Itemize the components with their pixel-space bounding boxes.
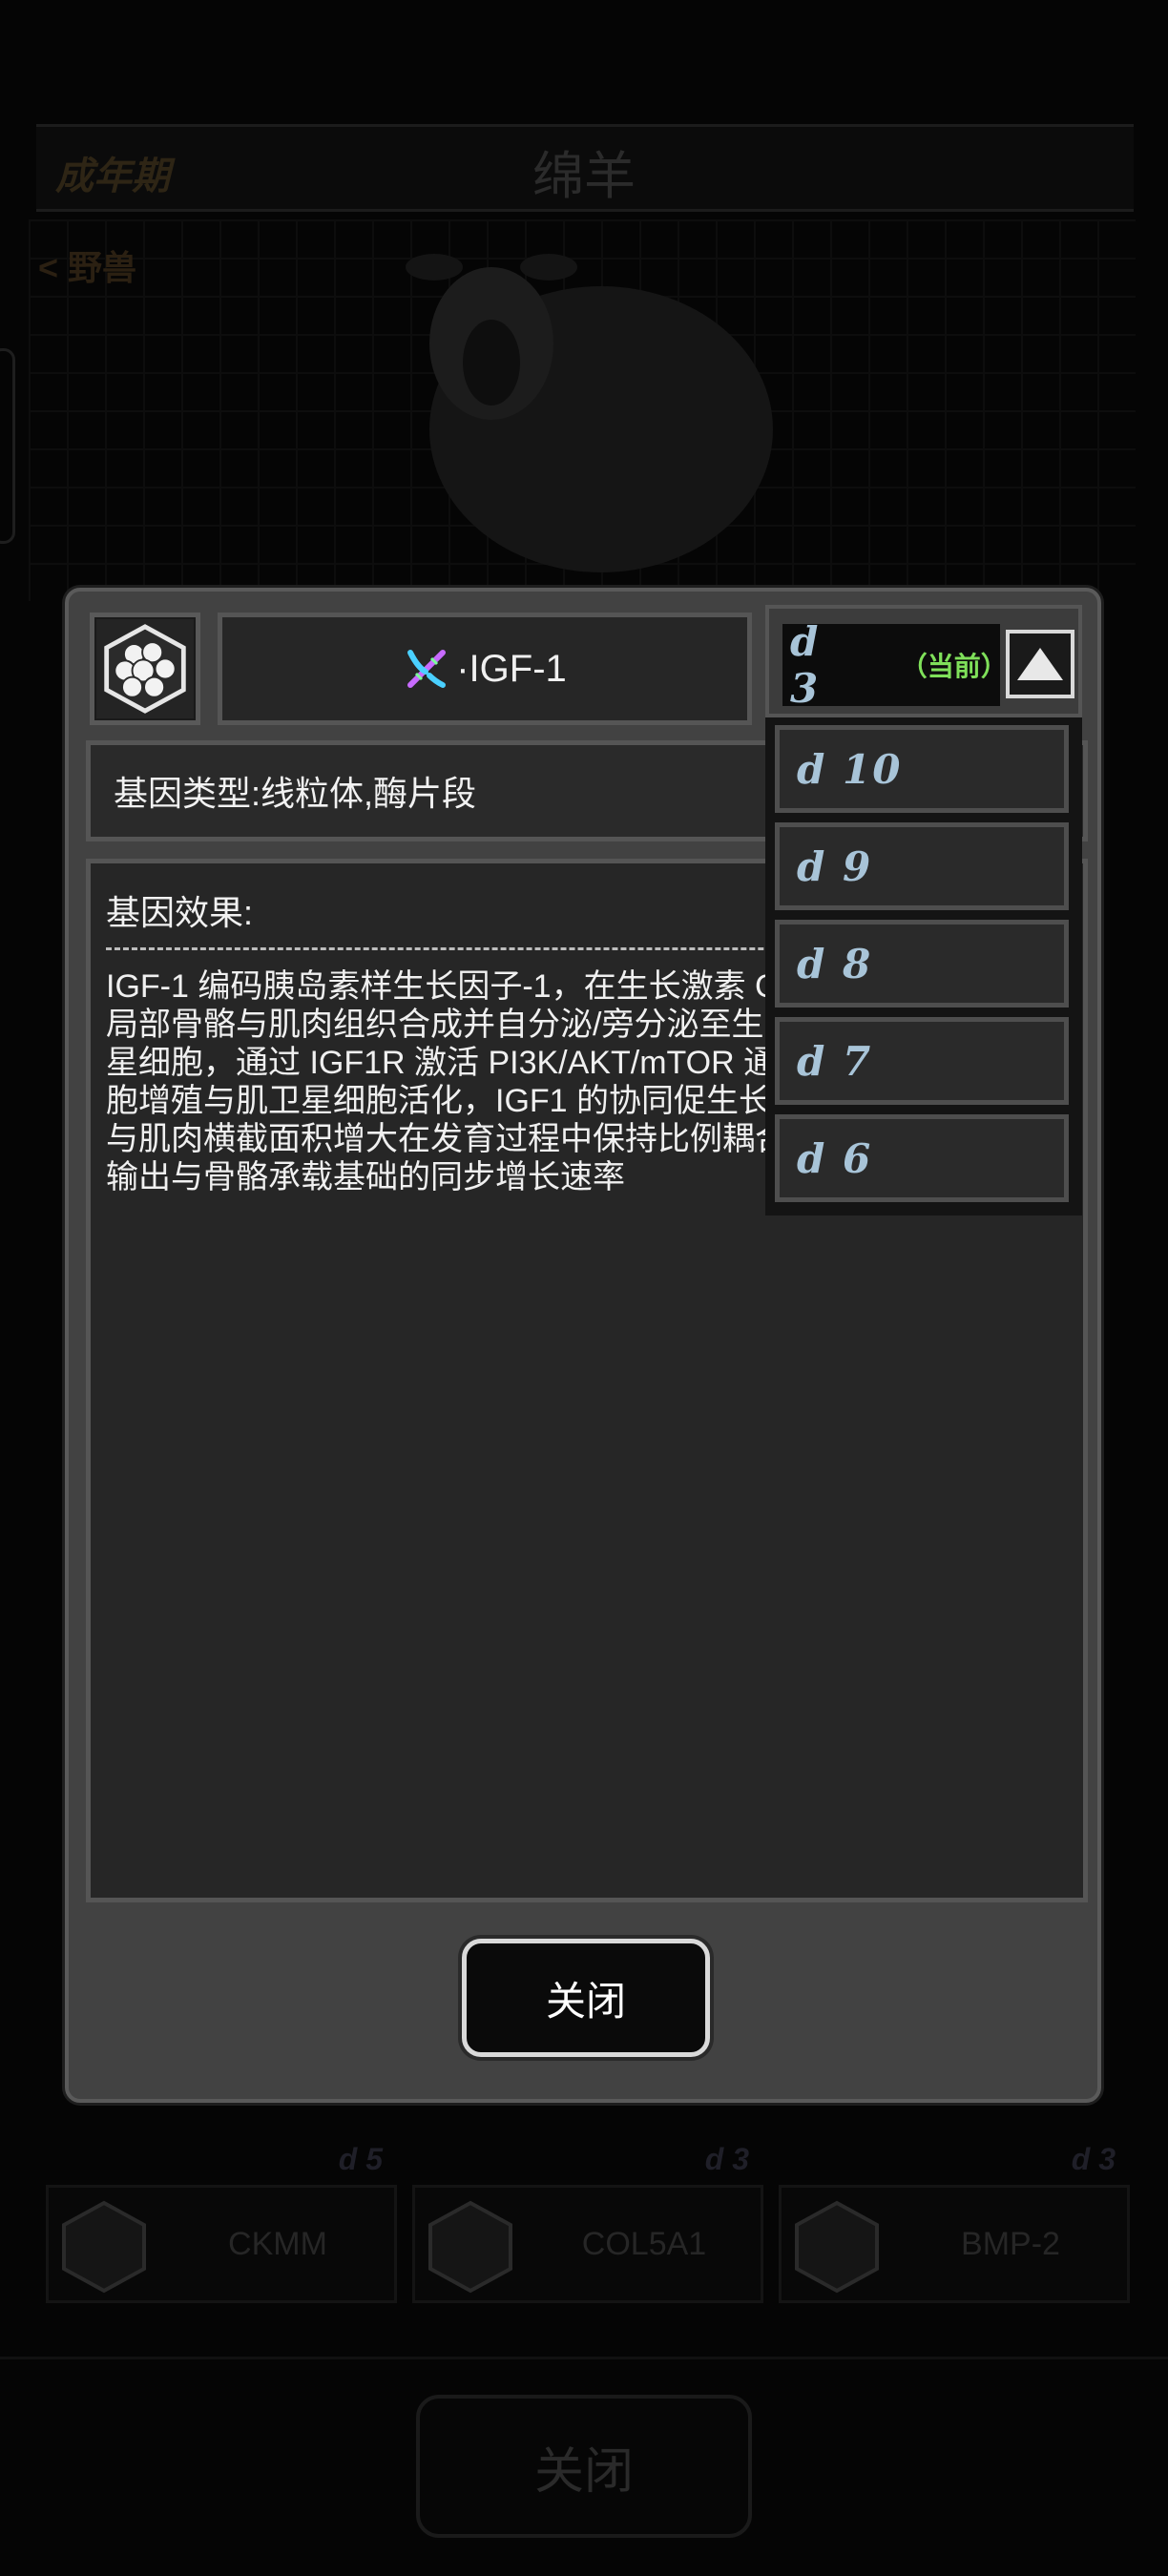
gene-card: d 3 COL5A1 xyxy=(412,2142,763,2303)
level-option[interactable]: d 7 xyxy=(775,1017,1069,1105)
level-option[interactable]: d 10 xyxy=(775,725,1069,813)
divider xyxy=(0,2357,1168,2359)
gene-icon-frame xyxy=(90,613,200,725)
current-level-tag: （当前） xyxy=(900,652,1008,681)
sheep-image xyxy=(406,254,773,572)
gene-level: d 3 xyxy=(704,2142,749,2176)
level-options-list: d 10 d 9 d 8 d 7 d 6 xyxy=(765,717,1082,1215)
gene-level: d 3 xyxy=(1071,2142,1116,2176)
gene-card: d 3 BMP-2 xyxy=(779,2142,1130,2303)
gene-type: 基因类型:线粒体,酶片段 xyxy=(114,774,477,813)
cell-cluster-icon xyxy=(104,624,186,714)
triangle-up-icon xyxy=(1017,648,1063,680)
level-option[interactable]: d 6 xyxy=(775,1114,1069,1202)
category-tag-label: 野兽 xyxy=(68,248,137,287)
level-option-label: d 6 xyxy=(797,1134,873,1182)
gene-name-box: ·IGF-1 xyxy=(218,613,752,725)
current-level-value: d 3 xyxy=(790,618,821,712)
level-option-label: d 8 xyxy=(797,940,873,987)
gene-hex-icon xyxy=(62,2200,146,2294)
gene-card: d 5 CKMM xyxy=(46,2142,397,2303)
level-option[interactable]: d 9 xyxy=(775,822,1069,910)
level-option-label: d 9 xyxy=(797,842,873,890)
gene-hex-icon xyxy=(795,2200,879,2294)
current-level[interactable]: d 3 （当前） xyxy=(782,618,1008,712)
gene-level: d 5 xyxy=(338,2142,383,2176)
dna-icon xyxy=(407,650,447,688)
level-dropdown-header: d 3 （当前） xyxy=(765,605,1082,717)
dropdown-toggle-button[interactable] xyxy=(1006,630,1074,698)
close-button[interactable]: 关闭 xyxy=(462,1939,710,2057)
level-option[interactable]: d 8 xyxy=(775,920,1069,1008)
gene-hex-icon xyxy=(428,2200,512,2294)
side-tab xyxy=(0,348,15,544)
category-tag: < 野兽 xyxy=(38,240,136,290)
level-option-label: d 7 xyxy=(797,1037,873,1085)
page-title: 绵羊 xyxy=(532,148,636,205)
gene-name: ·IGF-1 xyxy=(456,647,567,690)
gene-name: CKMM xyxy=(228,2226,327,2262)
gene-name: BMP-2 xyxy=(961,2226,1060,2262)
level-option-label: d 10 xyxy=(797,745,903,793)
share-icon: < xyxy=(38,248,69,287)
gene-name: COL5A1 xyxy=(581,2226,707,2262)
background-close-button: 关闭 xyxy=(416,2395,752,2538)
